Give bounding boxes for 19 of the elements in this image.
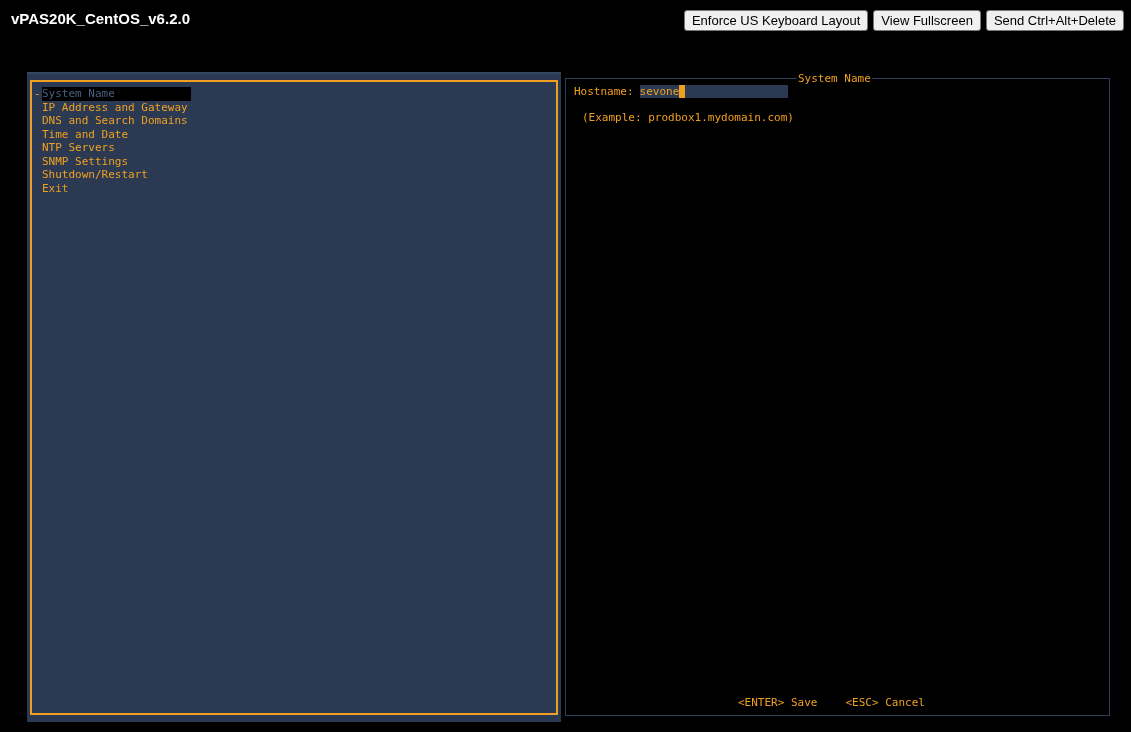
window-title: vPAS20K_CentOS_v6.2.0 [11, 10, 190, 27]
menu-item[interactable]: Shutdown/Restart [42, 168, 149, 182]
menu-item[interactable]: NTP Servers [42, 141, 116, 155]
toolbar-button[interactable]: Send Ctrl+Alt+Delete [985, 10, 1124, 31]
menu-item[interactable]: Exit [42, 181, 70, 195]
menu-item[interactable]: System Name [42, 87, 191, 101]
hint-text: (Example: prodbox1.mydomain.com) [581, 111, 795, 124]
toolbar-button[interactable]: View Fullscreen [873, 10, 981, 31]
field-label: Hostname: [574, 85, 634, 98]
key-hint[interactable]: <ENTER> Save [738, 696, 818, 709]
toolbar-button[interactable]: Enforce US Keyboard Layout [683, 10, 869, 31]
menu-item[interactable]: DNS and Search Domains [42, 114, 189, 128]
menu-item[interactable]: Time and Date [42, 127, 130, 141]
selection-marker: - [34, 87, 42, 101]
hostname-field[interactable]: sevone [639, 85, 788, 98]
key-hint[interactable]: <ESC> Cancel [845, 696, 925, 709]
menu-item[interactable]: SNMP Settings [42, 154, 130, 168]
menu-item[interactable]: IP Address and Gateway [42, 100, 189, 114]
dialog-title: System Name [797, 72, 872, 85]
